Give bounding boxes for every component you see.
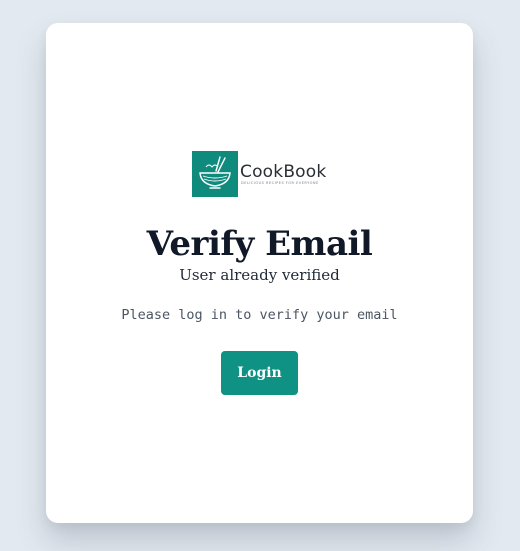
page-title: Verify Email: [146, 224, 373, 264]
verify-email-card: CookBook DELICIOUS RECIPES FOR EVERYONE …: [46, 23, 473, 523]
logo-text: CookBook DELICIOUS RECIPES FOR EVERYONE: [240, 163, 326, 185]
noodle-bowl-icon: [192, 151, 238, 197]
login-button[interactable]: Login: [221, 351, 298, 395]
brand-tagline: DELICIOUS RECIPES FOR EVERYONE: [241, 181, 319, 185]
status-subtitle: User already verified: [179, 266, 340, 284]
cookbook-logo: CookBook DELICIOUS RECIPES FOR EVERYONE: [192, 151, 326, 197]
brand-name: CookBook: [240, 162, 327, 182]
instruction-message: Please log in to verify your email: [121, 307, 398, 323]
